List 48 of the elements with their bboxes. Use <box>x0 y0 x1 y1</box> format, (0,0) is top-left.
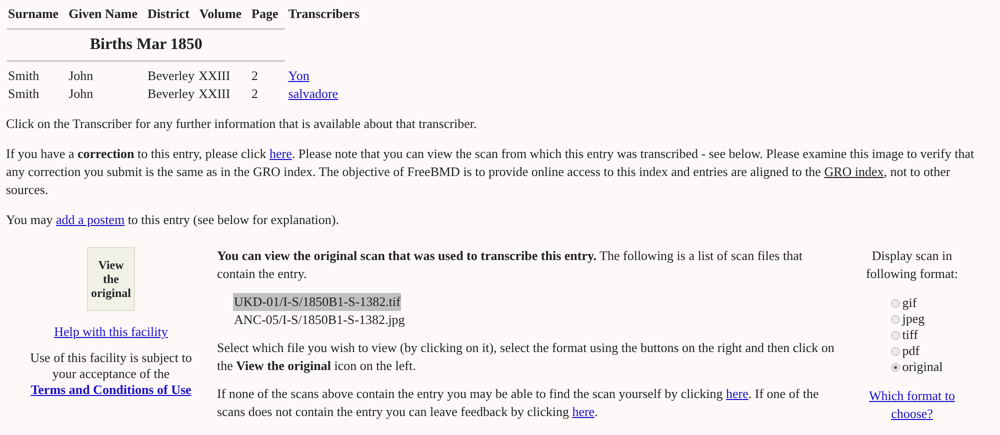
table-cell: Beverley <box>148 86 194 101</box>
help-link[interactable]: Help with this facility <box>54 323 168 341</box>
link[interactable]: here <box>572 404 595 419</box>
terms-notice: Use of this facility is subject to your acceptance of the Terms and Conditions of Use <box>29 350 193 398</box>
link[interactable]: GRO index <box>824 164 884 179</box>
link[interactable]: here <box>726 386 748 401</box>
table-cell: Beverley <box>148 68 194 83</box>
format-help-link[interactable]: Which format to choose? <box>867 387 957 423</box>
radio-button[interactable] <box>891 346 900 356</box>
terms-link[interactable]: Terms and Conditions of Use <box>30 382 192 397</box>
transcriber-link[interactable]: Yon <box>288 68 310 83</box>
format-label: Display scan in following format: <box>864 247 960 283</box>
paragraph: Click on the Transcriber for any further information that is available about that transcriber. <box>6 115 478 133</box>
table-cell-text: 2 <box>250 67 260 85</box>
paragraph: If you have a correction to this entry, please click here. Please note that you can view the scan from which this entry was transcribed - see below. Please examine this image to verify that any correction you submit is the same as in the GRO index. The objective of FreeBMD is to provide online access to this index and entries are aligned to the GRO index, not to other sources. <box>6 145 976 199</box>
scan-instructions: Select which file you wish to view (by clicking on it), select the format using the buttons on the right and then click on the View the original icon on the left. <box>217 339 836 375</box>
radio-button[interactable] <box>891 330 900 340</box>
format-option: jpeg <box>902 311 925 327</box>
format-option: pdf <box>902 343 920 359</box>
column-header: Surname <box>7 5 60 23</box>
scan-intro: You can view the original scan that was used to transcribe this entry. The following is a list of scan files that contain the entry. <box>217 247 804 283</box>
table-cell: XXIII <box>198 86 230 101</box>
radio-button-selected[interactable] <box>891 362 900 372</box>
paragraph: You may add a postem to this entry (see below for explanation). <box>6 211 340 229</box>
format-option: original <box>902 359 943 375</box>
table-cell-text: 2 <box>250 85 260 103</box>
column-header: Page <box>250 5 280 23</box>
link[interactable]: add a postem <box>56 212 125 227</box>
scan-file[interactable]: ANC-05/I-S/1850B1-S-1382.jpg <box>233 311 406 329</box>
column-header: Transcribers <box>287 5 361 23</box>
transcriber-link[interactable]: salvadore <box>288 86 338 101</box>
table-cell-text: Smith <box>7 85 40 103</box>
table-cell-text: John <box>68 67 94 85</box>
column-header: District <box>146 5 190 23</box>
scan-feedback: If none of the scans above contain the entry you may be able to find the scan yourself by clicking here. If one of the scans does not contain the entry you can leave feedback by clicking here. <box>217 385 820 421</box>
column-header: Given Name <box>68 5 139 23</box>
radio-button[interactable] <box>891 314 900 324</box>
table-cell-text: John <box>68 85 94 103</box>
link[interactable]: here <box>270 146 292 161</box>
format-option: gif <box>902 295 917 311</box>
section-title: Births Mar 1850 <box>90 35 202 55</box>
view-original-icon[interactable]: View the original <box>87 247 135 311</box>
table-cell-text: Smith <box>7 67 40 85</box>
radio-button[interactable] <box>891 298 900 308</box>
format-option: tiff <box>902 327 918 343</box>
scan-file[interactable]: UKD-01/I-S/1850B1-S-1382.tif <box>233 293 402 311</box>
column-header: Volume <box>198 5 243 23</box>
table-cell: XXIII <box>198 68 230 83</box>
